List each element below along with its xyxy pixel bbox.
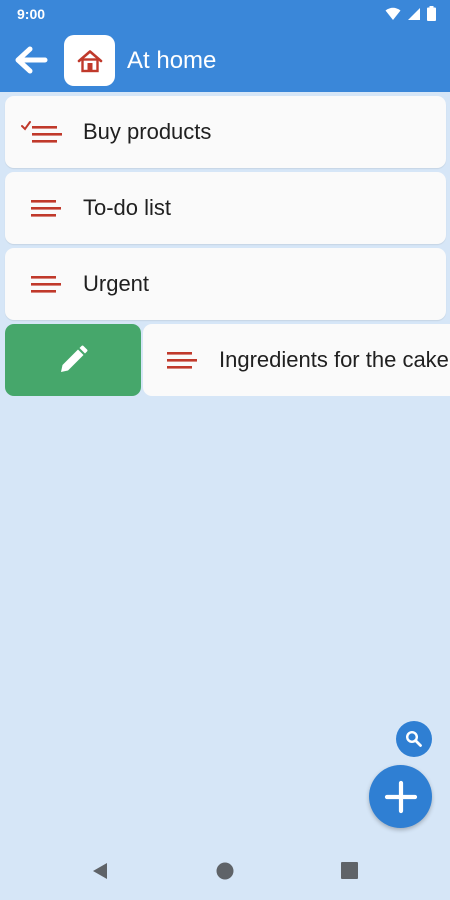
status-time: 9:00 bbox=[17, 6, 46, 22]
list-item-urgent[interactable]: Urgent bbox=[5, 248, 446, 320]
wifi-icon bbox=[385, 7, 401, 20]
status-bar: 9:00 bbox=[0, 0, 450, 30]
list-item-label: Buy products bbox=[83, 119, 212, 144]
pencil-icon bbox=[61, 345, 88, 372]
nav-back-icon[interactable] bbox=[91, 862, 109, 880]
edit-swipe-button[interactable] bbox=[5, 324, 141, 396]
list-item-buy-products[interactable]: Buy products bbox=[5, 96, 446, 168]
search-icon bbox=[405, 730, 422, 747]
nav-recents-icon[interactable] bbox=[341, 862, 358, 879]
list-lines-icon bbox=[31, 200, 61, 217]
search-button[interactable] bbox=[396, 721, 432, 757]
list-item-label: Ingredients for the cake bbox=[219, 347, 449, 372]
plus-icon bbox=[384, 780, 417, 813]
app-bar: At home bbox=[0, 30, 450, 92]
house-icon bbox=[77, 49, 102, 72]
status-icons bbox=[385, 6, 436, 21]
home-category-badge bbox=[64, 35, 115, 86]
page-title: At home bbox=[127, 47, 217, 74]
list-item-ingredients[interactable]: Ingredients for the cake bbox=[143, 324, 450, 396]
list-item-label: To-do list bbox=[83, 195, 172, 220]
nav-home-icon[interactable] bbox=[216, 862, 234, 880]
list-lines-icon bbox=[167, 352, 197, 369]
arrow-left-icon bbox=[15, 46, 48, 74]
add-button[interactable] bbox=[369, 765, 432, 828]
list-lines-icon bbox=[31, 276, 61, 293]
checked-list-icon bbox=[21, 121, 62, 143]
system-nav-bar bbox=[0, 848, 450, 900]
list-item-to-do-list[interactable]: To-do list bbox=[5, 172, 446, 244]
back-button[interactable] bbox=[12, 44, 52, 78]
battery-icon bbox=[427, 6, 436, 21]
list-item-label: Urgent bbox=[83, 271, 150, 296]
signal-icon bbox=[408, 7, 420, 20]
